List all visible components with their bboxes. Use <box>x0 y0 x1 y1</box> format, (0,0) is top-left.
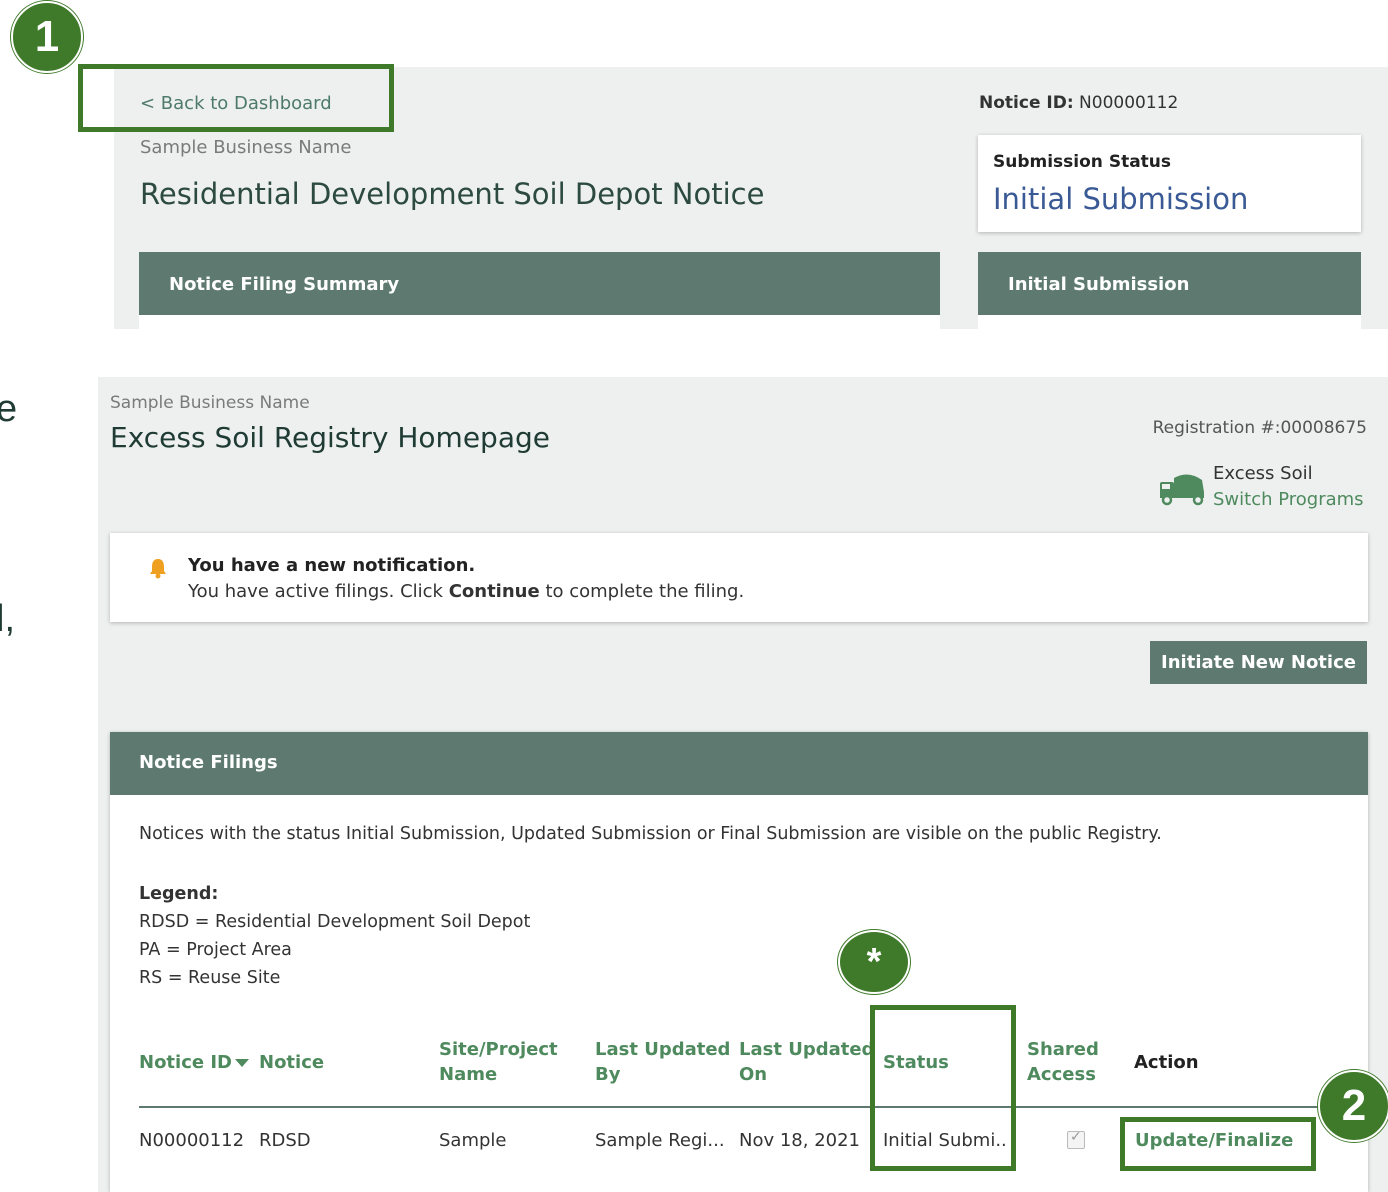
cell-notice: RDSD <box>259 1130 311 1151</box>
page-title: Excess Soil Registry Homepage <box>110 421 550 454</box>
notification-continue-word: Continue <box>448 581 540 602</box>
section-body <box>139 315 940 329</box>
column-header-label: Shared <box>1027 1039 1099 1060</box>
column-header-label: Site/Project <box>439 1039 558 1060</box>
cell-last-updated-by: Sample Regi... <box>595 1130 725 1151</box>
shared-access-checkbox[interactable]: ✓ <box>1067 1129 1085 1149</box>
column-header-action: Action <box>1134 1052 1199 1073</box>
section-title: Initial Submission <box>1008 274 1190 295</box>
notice-id: Notice ID: N00000112 <box>979 93 1178 113</box>
legend-item: PA = Project Area <box>139 940 292 960</box>
legend: Legend: RDSD = Residential Development S… <box>139 880 530 992</box>
notification-text: You have active filings. Click <box>188 581 443 602</box>
highlight-back-link <box>78 64 394 132</box>
column-header-label: By <box>595 1064 621 1085</box>
column-header-label: Notice ID <box>139 1052 232 1073</box>
business-name: Sample Business Name <box>140 137 352 158</box>
notice-filings-header: Notice Filings <box>110 732 1368 795</box>
notice-filing-summary-header: Notice Filing Summary <box>139 252 940 329</box>
callout-badge-star: * <box>838 930 910 994</box>
page-title: Residential Development Soil Depot Notic… <box>140 177 765 211</box>
legend-title: Legend: <box>139 884 219 904</box>
cell-last-updated-on: Nov 18, 2021 <box>739 1130 861 1151</box>
column-header-label: On <box>739 1064 768 1085</box>
column-header-notice[interactable]: Notice <box>259 1050 324 1075</box>
column-header-label: Last Updated <box>739 1039 875 1060</box>
column-header-notice-id[interactable]: Notice ID <box>139 1050 249 1075</box>
column-header-label: Last Updated <box>595 1039 731 1060</box>
cropped-text-fragment: l, <box>0 598 15 640</box>
initial-submission-header: Initial Submission <box>978 252 1361 329</box>
legend-item: RDSD = Residential Development Soil Depo… <box>139 912 531 932</box>
notification-text: to complete the filing. <box>545 581 745 602</box>
check-icon: ✓ <box>1070 1129 1082 1145</box>
dump-truck-icon <box>1160 474 1204 506</box>
column-header-last-updated-by[interactable]: Last Updated By <box>595 1037 730 1087</box>
cell-notice-id: N00000112 <box>139 1130 245 1151</box>
notice-id-value: N00000112 <box>1079 93 1179 113</box>
column-header-site-project-name[interactable]: Site/Project Name <box>439 1037 558 1087</box>
table-header-divider <box>139 1106 1368 1108</box>
callout-badge-1: 1 <box>11 1 83 73</box>
submission-status-value: Initial Submission <box>993 182 1249 216</box>
section-title: Notice Filings <box>139 752 278 773</box>
switch-programs-link[interactable]: Switch Programs <box>1213 487 1364 513</box>
submission-status-card: Submission Status Initial Submission <box>978 135 1361 232</box>
filings-description: Notices with the status Initial Submissi… <box>139 824 1162 844</box>
callout-badge-2: 2 <box>1318 1070 1388 1142</box>
submission-status-label: Submission Status <box>993 152 1172 172</box>
cell-site-project-name: Sample <box>439 1130 507 1151</box>
column-header-shared-access[interactable]: Shared Access <box>1027 1037 1099 1087</box>
sort-down-icon[interactable] <box>235 1059 249 1067</box>
initiate-new-notice-button[interactable]: Initiate New Notice <box>1150 641 1367 684</box>
section-body <box>978 315 1361 329</box>
section-title: Notice Filing Summary <box>169 274 400 295</box>
switch-programs[interactable]: Excess Soil Switch Programs <box>1213 461 1364 513</box>
column-header-label: Name <box>439 1064 498 1085</box>
business-name: Sample Business Name <box>110 393 310 413</box>
notification-title: You have a new notification. <box>188 555 476 576</box>
notice-id-label: Notice ID: <box>979 93 1074 113</box>
legend-item: RS = Reuse Site <box>139 968 281 988</box>
homepage-screenshot: Sample Business Name Excess Soil Registr… <box>98 377 1388 1192</box>
highlight-status-column <box>870 1005 1016 1171</box>
bell-icon <box>150 559 166 579</box>
program-label: Excess Soil <box>1213 463 1313 484</box>
column-header-last-updated-on[interactable]: Last Updated On <box>739 1037 874 1087</box>
highlight-update-finalize <box>1120 1117 1316 1171</box>
cropped-text-fragment: e <box>0 388 18 430</box>
column-header-label: Access <box>1027 1064 1096 1085</box>
registration-number: Registration #:00008675 <box>1152 418 1367 438</box>
notification-message: You have active filings. Click Continue … <box>188 581 744 602</box>
notification-banner: You have a new notification. You have ac… <box>110 533 1368 622</box>
